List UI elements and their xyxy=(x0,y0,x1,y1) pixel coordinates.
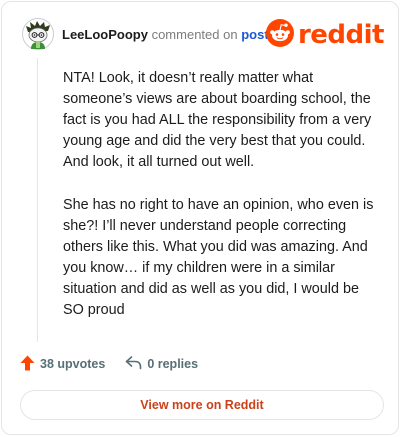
snoo-avatar-icon[interactable] xyxy=(22,18,54,50)
reddit-wordmark: reddit xyxy=(297,20,385,50)
view-more-button[interactable]: View more on Reddit xyxy=(20,390,384,420)
comment-paragraph: She has no right to have an opinion, who… xyxy=(63,197,374,318)
thread-line xyxy=(37,58,38,342)
comment-embed-card: LeeLooPoopy commented on post reddit NTA… xyxy=(1,1,399,435)
commented-on-text: commented on xyxy=(151,27,238,42)
comment-header: LeeLooPoopy commented on post reddit xyxy=(20,16,385,52)
reply-arrow-icon xyxy=(125,355,147,373)
upvotes-button[interactable]: 38 upvotes xyxy=(20,355,105,374)
upvote-count: 38 upvotes xyxy=(40,357,106,371)
replies-button[interactable]: 0 replies xyxy=(125,355,198,373)
comment-paragraph: NTA! Look, it doesn’t really matter what… xyxy=(63,70,372,170)
post-link[interactable]: post xyxy=(241,27,268,42)
upvote-arrow-icon xyxy=(20,355,40,374)
comment-meta: LeeLooPoopy commented on post xyxy=(62,27,269,42)
username-link[interactable]: LeeLooPoopy xyxy=(62,27,148,42)
reddit-logo[interactable]: reddit xyxy=(265,18,385,52)
reply-count: 0 replies xyxy=(147,357,199,371)
reddit-snoo-icon xyxy=(265,18,294,52)
comment-body: NTA! Look, it doesn’t really matter what… xyxy=(63,68,379,343)
comment-actions: 38 upvotes 0 replies xyxy=(20,353,198,375)
